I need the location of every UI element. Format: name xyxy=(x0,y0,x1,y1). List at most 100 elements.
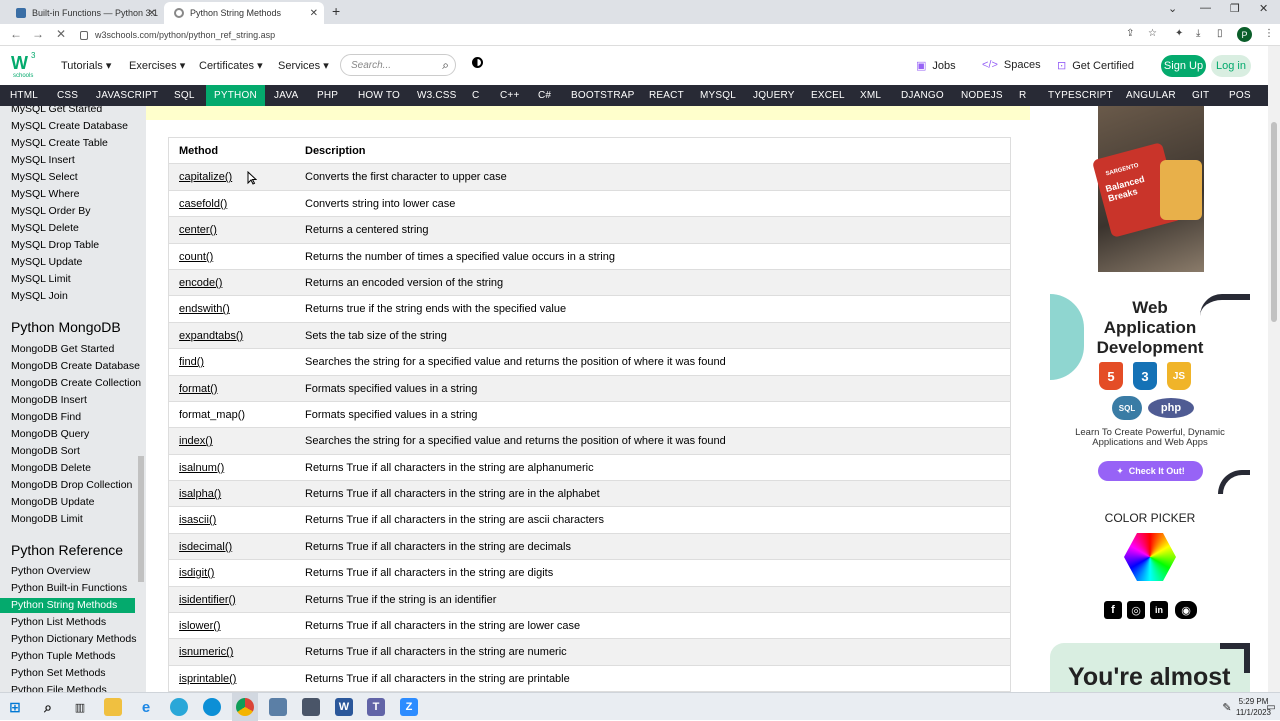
close-window-icon[interactable]: ✕ xyxy=(1259,2,1268,15)
sidebar-item-mongodb[interactable]: MongoDB Create Database xyxy=(11,360,140,372)
nav-java[interactable]: JAVA xyxy=(274,85,298,106)
nav-typescript[interactable]: TYPESCRIPT xyxy=(1048,85,1113,106)
share-icon[interactable]: ⇪ xyxy=(1126,28,1134,39)
sidebar-item-mongodb[interactable]: MongoDB Get Started xyxy=(11,343,114,355)
search-icon[interactable]: ⌕ xyxy=(39,698,57,716)
sidebar-item-mongodb[interactable]: MongoDB Sort xyxy=(11,445,80,457)
sidebar-scroll-thumb[interactable] xyxy=(138,456,144,582)
get-certified-link[interactable]: ⊡ Get Certified xyxy=(1057,59,1134,72)
download-icon[interactable]: ⤓ xyxy=(1196,28,1200,39)
forward-icon[interactable]: → xyxy=(32,27,44,41)
method-link[interactable]: isalnum() xyxy=(179,462,224,474)
menu-exercises[interactable]: Exercises ▾ xyxy=(129,59,185,72)
nav-python[interactable]: PYTHON xyxy=(206,85,265,106)
nav-react[interactable]: REACT xyxy=(649,85,684,106)
bookmark-star-icon[interactable]: ☆ xyxy=(1148,28,1157,39)
browser-menu-icon[interactable]: ⋮ xyxy=(1264,28,1274,39)
close-tab-icon[interactable]: ✕ xyxy=(148,8,156,19)
sidebar-item-mysql[interactable]: MySQL Get Started xyxy=(11,106,102,115)
search-icon[interactable]: ⌕ xyxy=(442,58,449,73)
nav-nodejs[interactable]: NODEJS xyxy=(961,85,1003,106)
spaces-link[interactable]: </> Spaces xyxy=(982,59,1041,71)
log-in-button[interactable]: Log in xyxy=(1211,55,1251,77)
nav-how-to[interactable]: HOW TO xyxy=(358,85,400,106)
nav-css[interactable]: CSS xyxy=(57,85,78,106)
sidebar-item-mongodb[interactable]: MongoDB Insert xyxy=(11,394,87,406)
sidebar-item-reference[interactable]: Python Overview xyxy=(11,565,90,577)
instagram-icon[interactable]: ◎ xyxy=(1127,601,1145,619)
facebook-icon[interactable]: f xyxy=(1104,601,1122,619)
method-link[interactable]: find() xyxy=(179,356,204,368)
sidebar-item-mysql[interactable]: MySQL Create Database xyxy=(11,120,128,132)
sidebar-item-mysql[interactable]: MySQL Create Table xyxy=(11,137,108,149)
menu-services[interactable]: Services ▾ xyxy=(278,59,329,72)
nav-angular[interactable]: ANGULAR xyxy=(1126,85,1176,106)
sidebar-item-mysql[interactable]: MySQL Insert xyxy=(11,154,75,166)
method-link[interactable]: isprintable() xyxy=(179,673,236,685)
file-explorer-icon[interactable] xyxy=(104,698,122,716)
sidebar-item-reference[interactable]: Python List Methods xyxy=(11,616,106,628)
method-link[interactable]: expandtabs() xyxy=(179,330,243,342)
method-link[interactable]: center() xyxy=(179,224,217,236)
page-scroll-thumb[interactable] xyxy=(1271,122,1277,322)
nav-excel[interactable]: EXCEL xyxy=(811,85,845,106)
method-link[interactable]: endswith() xyxy=(179,303,230,315)
method-link[interactable]: isdecimal() xyxy=(179,541,232,553)
menu-certificates[interactable]: Certificates ▾ xyxy=(199,59,263,72)
sidebar-item-mongodb[interactable]: MongoDB Create Collection xyxy=(11,377,141,389)
sidebar-item-mysql[interactable]: MySQL Update xyxy=(11,256,82,268)
sidebar-item-mongodb[interactable]: MongoDB Find xyxy=(11,411,81,423)
method-link[interactable]: count() xyxy=(179,251,213,263)
calculator-icon[interactable] xyxy=(302,698,320,716)
close-tab-icon[interactable]: ✕ xyxy=(310,8,318,19)
sidebar-item-reference[interactable]: Python Built-in Functions xyxy=(11,582,127,594)
edge-icon[interactable] xyxy=(203,698,221,716)
notepad-icon[interactable] xyxy=(269,698,287,716)
method-link[interactable]: format() xyxy=(179,383,218,395)
method-link[interactable]: capitalize() xyxy=(179,171,232,183)
sidebar-item-mysql[interactable]: MySQL Drop Table xyxy=(11,239,99,251)
sidebar-item-reference[interactable]: Python File Methods xyxy=(11,684,107,692)
sidebar-item-mysql[interactable]: MySQL Order By xyxy=(11,205,91,217)
search-input[interactable]: Search... ⌕ xyxy=(340,54,456,76)
notification-icon[interactable]: ▭ xyxy=(1262,698,1280,716)
sidebar-item-mysql[interactable]: MySQL Join xyxy=(11,290,68,302)
sidebar-scrollbar[interactable] xyxy=(137,106,146,692)
word-icon[interactable]: W xyxy=(335,698,353,716)
method-link[interactable]: isidentifier() xyxy=(179,594,236,606)
sidepanel-icon[interactable]: ▯ xyxy=(1217,28,1223,39)
nav-c-[interactable]: C++ xyxy=(500,85,520,106)
sidebar-item-mongodb[interactable]: MongoDB Update xyxy=(11,496,94,508)
restore-icon[interactable]: ❐ xyxy=(1230,2,1240,15)
nav-c-[interactable]: C# xyxy=(538,85,551,106)
page-scrollbar[interactable] xyxy=(1268,46,1280,692)
method-link[interactable]: isascii() xyxy=(179,514,216,526)
stop-icon[interactable]: ✕ xyxy=(56,27,66,41)
sidebar-item-reference[interactable]: Python String Methods xyxy=(0,598,135,613)
sidebar-item-reference[interactable]: Python Set Methods xyxy=(11,667,106,679)
method-link[interactable]: index() xyxy=(179,435,213,447)
sidebar-item-mongodb[interactable]: MongoDB Limit xyxy=(11,513,83,525)
nav-html[interactable]: HTML xyxy=(10,85,38,106)
nav-c[interactable]: C xyxy=(472,85,479,106)
nav-javascript[interactable]: JAVASCRIPT xyxy=(96,85,158,106)
linkedin-icon[interactable]: in xyxy=(1150,601,1168,619)
nav-php[interactable]: PHP xyxy=(317,85,338,106)
check-it-out-button[interactable]: ✦ Check It Out! xyxy=(1098,461,1203,481)
method-link[interactable]: casefold() xyxy=(179,198,227,210)
method-link[interactable]: isdigit() xyxy=(179,567,214,579)
w3schools-logo[interactable]: W 3 schools xyxy=(11,51,39,79)
color-picker-icon[interactable] xyxy=(1124,533,1176,581)
nav-mysql[interactable]: MYSQL xyxy=(700,85,736,106)
nav-django[interactable]: DJANGO xyxy=(901,85,944,106)
nav-jquery[interactable]: JQUERY xyxy=(753,85,795,106)
pen-icon[interactable]: ✎ xyxy=(1218,698,1236,716)
nav-sql[interactable]: SQL xyxy=(174,85,195,106)
sidebar-item-mysql[interactable]: MySQL Where xyxy=(11,188,79,200)
method-link[interactable]: encode() xyxy=(179,277,222,289)
color-picker-title[interactable]: COLOR PICKER xyxy=(1050,511,1250,525)
almost-ad[interactable]: You're almost xyxy=(1050,643,1250,692)
sidebar-item-reference[interactable]: Python Tuple Methods xyxy=(11,650,115,662)
internet-explorer-icon[interactable]: e xyxy=(137,698,155,716)
sidebar-item-mysql[interactable]: MySQL Select xyxy=(11,171,78,183)
